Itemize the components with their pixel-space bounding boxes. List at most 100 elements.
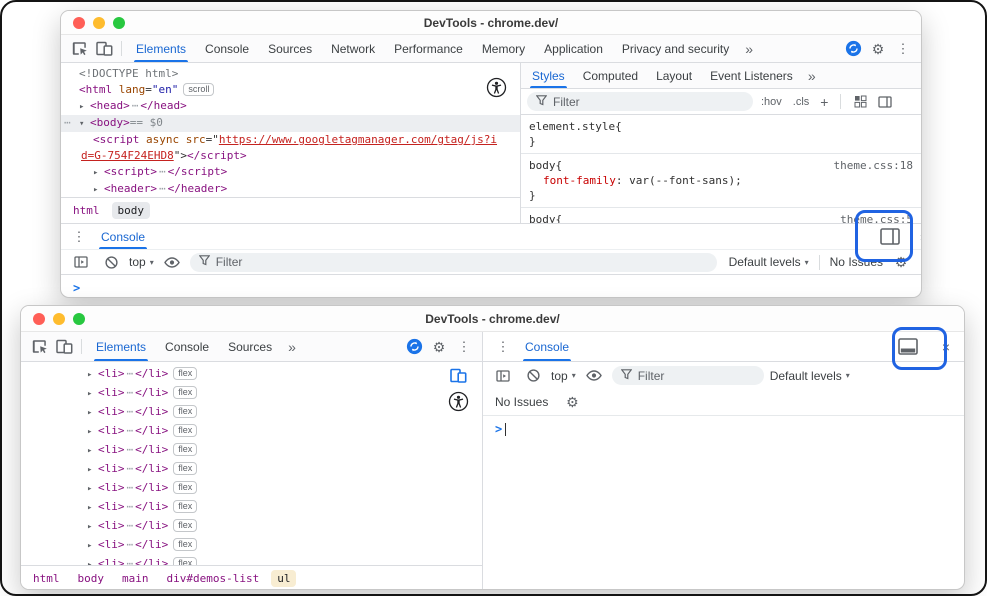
accessibility-icon[interactable]: [448, 391, 469, 417]
issues-counter[interactable]: No Issues: [830, 255, 883, 269]
computed-sidebar-toggle-icon[interactable]: [875, 92, 895, 112]
tab-performance[interactable]: Performance: [385, 35, 472, 62]
dock-to-right-icon[interactable]: [878, 225, 902, 249]
flex-badge[interactable]: flex: [173, 462, 197, 475]
dock-to-bottom-icon[interactable]: [896, 335, 920, 359]
kebab-menu-icon[interactable]: ⋮: [891, 37, 915, 61]
expand-arrow-icon[interactable]: ▸: [93, 165, 104, 181]
breadcrumb-item-body[interactable]: body: [112, 202, 151, 219]
kebab-menu-icon[interactable]: ⋮: [491, 335, 515, 359]
resource-link[interactable]: d=G-754F24EHD8: [81, 149, 174, 162]
close-window-button[interactable]: [33, 313, 45, 325]
css-value[interactable]: : var(--font-sans);: [616, 173, 742, 188]
flex-badge[interactable]: flex: [173, 367, 197, 380]
css-property[interactable]: font-family: [543, 173, 616, 188]
flex-badge[interactable]: flex: [173, 500, 197, 513]
expand-arrow-icon[interactable]: ▸: [87, 366, 98, 384]
breadcrumb-item-ul[interactable]: ul: [271, 570, 296, 587]
breadcrumb-item-body[interactable]: body: [72, 570, 111, 587]
tab-console[interactable]: Console: [156, 332, 218, 361]
tree-row[interactable]: ▸<li>⋯</li>flex: [87, 517, 482, 536]
live-expression-eye-icon[interactable]: [582, 364, 606, 388]
expand-arrow-icon[interactable]: ▸: [87, 461, 98, 479]
more-tabs-icon[interactable]: »: [802, 68, 822, 84]
tab-elements[interactable]: Elements: [87, 332, 155, 361]
stylesheet-link[interactable]: theme.css:18: [826, 158, 913, 173]
more-tabs-icon[interactable]: »: [739, 41, 759, 57]
tree-row[interactable]: ▸<li>⋯</li>flex: [87, 441, 482, 460]
console-sidebar-icon[interactable]: [491, 364, 515, 388]
tab-sources[interactable]: Sources: [219, 332, 281, 361]
scroll-badge[interactable]: scroll: [183, 83, 214, 96]
console-sidebar-icon[interactable]: [69, 250, 93, 274]
ellipsis-menu-icon[interactable]: ⋯: [157, 165, 168, 178]
breadcrumb-item-main[interactable]: main: [116, 570, 155, 587]
ellipsis-menu-icon[interactable]: ⋯: [125, 481, 136, 494]
grid-overlay-icon[interactable]: [850, 92, 870, 112]
breadcrumb-item-html[interactable]: html: [27, 570, 66, 587]
expand-arrow-icon[interactable]: ▸: [87, 537, 98, 555]
dom-line-body-selected[interactable]: ⋯▾<body>== $0: [61, 115, 520, 132]
ellipsis-menu-icon[interactable]: ⋯: [125, 557, 136, 565]
chevron-right-icon[interactable]: ›: [920, 230, 922, 244]
expand-arrow-icon[interactable]: ▸: [87, 518, 98, 536]
ellipsis-menu-icon[interactable]: ⋯: [125, 443, 136, 456]
context-selector-dropdown[interactable]: top▾: [129, 255, 154, 269]
tab-layout[interactable]: Layout: [647, 63, 701, 88]
expand-arrow-icon[interactable]: ▸: [79, 99, 90, 115]
tree-row[interactable]: ▸<li>⋯</li>flex: [87, 479, 482, 498]
tree-row[interactable]: ▸<li>⋯</li>flex: [87, 422, 482, 441]
device-toolbar-icon[interactable]: [52, 335, 76, 359]
expand-arrow-icon[interactable]: ▸: [87, 423, 98, 441]
context-selector-dropdown[interactable]: top▾: [551, 369, 576, 383]
kebab-menu-icon[interactable]: ⋮: [67, 225, 91, 249]
breadcrumb-item-html[interactable]: html: [67, 202, 106, 219]
expand-arrow-icon[interactable]: ▸: [87, 442, 98, 460]
tab-event-listeners[interactable]: Event Listeners: [701, 63, 802, 88]
breadcrumb-item-demos-list[interactable]: div#demos-list: [161, 570, 266, 587]
settings-gear-icon[interactable]: ⚙: [866, 37, 890, 61]
collapse-arrow-icon[interactable]: ▾: [79, 116, 90, 132]
tab-memory[interactable]: Memory: [473, 35, 534, 62]
flex-badge[interactable]: flex: [173, 481, 197, 494]
flex-badge[interactable]: flex: [173, 443, 197, 456]
console-filter-input[interactable]: Filter: [190, 253, 717, 272]
console-filter-input[interactable]: Filter: [612, 366, 764, 385]
ellipsis-menu-icon[interactable]: ⋯: [125, 367, 136, 380]
ellipsis-menu-icon[interactable]: ⋯: [125, 424, 136, 437]
tree-row[interactable]: ▸<li>⋯</li>flex: [87, 365, 482, 384]
accessibility-icon[interactable]: [486, 77, 507, 103]
styles-filter-input[interactable]: Filter: [527, 92, 753, 111]
ellipsis-menu-icon[interactable]: ⋯: [125, 462, 136, 475]
sync-status-icon[interactable]: [841, 37, 865, 61]
inspect-element-icon[interactable]: [67, 37, 91, 61]
zoom-window-button[interactable]: [73, 313, 85, 325]
minimize-window-button[interactable]: [93, 17, 105, 29]
more-tabs-icon[interactable]: »: [282, 339, 302, 355]
ellipsis-menu-icon[interactable]: ⋯: [125, 386, 136, 399]
tree-row[interactable]: ▸<li>⋯</li>flex: [87, 536, 482, 555]
resource-link[interactable]: https://www.googletagmanager.com/gtag/js…: [219, 133, 497, 146]
zoom-window-button[interactable]: [113, 17, 125, 29]
tab-elements[interactable]: Elements: [127, 35, 195, 62]
style-rule-element-style[interactable]: element.style { }: [521, 115, 921, 154]
tree-row[interactable]: ▸<li>⋯</li>flex: [87, 460, 482, 479]
flex-badge[interactable]: flex: [173, 386, 197, 399]
ellipsis-menu-icon[interactable]: ⋯: [125, 500, 136, 513]
drawer-tab-console[interactable]: Console: [95, 224, 151, 249]
ellipsis-menu-icon[interactable]: ⋯: [130, 99, 141, 112]
clear-console-icon[interactable]: [521, 364, 545, 388]
tab-network[interactable]: Network: [322, 35, 384, 62]
ellipsis-menu-icon[interactable]: ⋯: [125, 405, 136, 418]
log-levels-dropdown[interactable]: Default levels▾: [729, 255, 809, 269]
device-toolbar-icon[interactable]: [92, 37, 116, 61]
ellipsis-menu-icon[interactable]: ⋯: [125, 519, 136, 532]
tree-row[interactable]: ▸<li>⋯</li>flex: [87, 384, 482, 403]
style-rule-body-2[interactable]: body {theme.css:5: [521, 208, 921, 223]
tree-row[interactable]: ▸<li>⋯</li>flex: [87, 498, 482, 517]
ellipsis-menu-icon[interactable]: ⋯: [64, 115, 71, 131]
tree-row[interactable]: ▸<li>⋯</li>flex: [87, 555, 482, 565]
device-toolbar-active-icon[interactable]: [450, 368, 467, 388]
style-rule-body[interactable]: body {theme.css:18 font-family: var(--fo…: [521, 154, 921, 208]
console-prompt-row[interactable]: >: [483, 416, 964, 436]
